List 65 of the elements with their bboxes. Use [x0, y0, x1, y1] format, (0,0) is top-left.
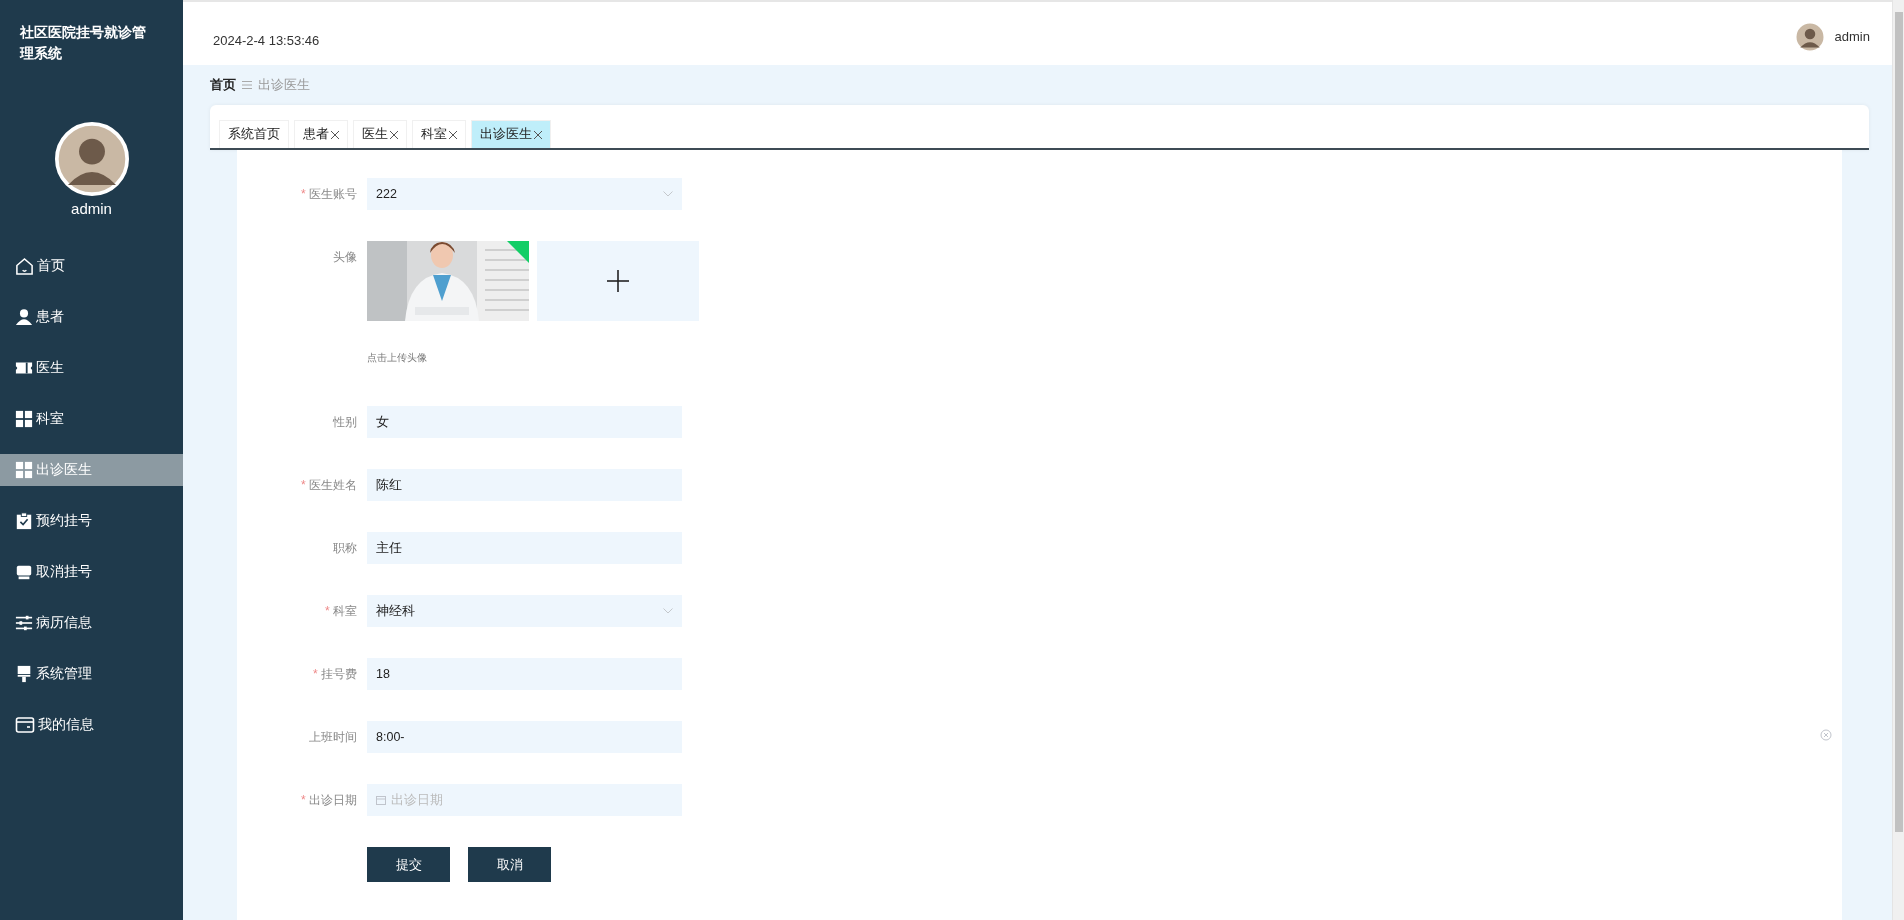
required-mark: *	[313, 667, 318, 681]
house-icon	[15, 256, 34, 276]
grid-icon	[15, 461, 33, 479]
field-label: 上班时间	[309, 730, 357, 744]
menu-item[interactable]: 科室	[0, 403, 183, 435]
sliders-icon	[15, 614, 33, 632]
select-field[interactable]: 222	[367, 178, 682, 210]
app-title: 社区医院挂号就诊管理系统	[20, 23, 147, 63]
menu-item[interactable]: 系统管理	[0, 658, 183, 690]
menu-item[interactable]: 首页	[0, 250, 183, 282]
required-mark: *	[301, 187, 306, 201]
brush-icon	[15, 665, 33, 683]
menu-item[interactable]: 医生	[0, 352, 183, 384]
tab[interactable]: 医生	[353, 120, 407, 148]
plus-icon	[606, 269, 630, 293]
tray-icon	[15, 563, 33, 581]
close-icon[interactable]	[331, 130, 339, 139]
field-label: 性别	[333, 415, 357, 429]
form-button[interactable]: 取消	[468, 847, 551, 882]
breadcrumb-link[interactable]: 首页	[210, 76, 236, 94]
tab[interactable]: 系统首页	[219, 120, 289, 148]
field-label: 职称	[333, 541, 357, 555]
user-name[interactable]: admin	[1834, 29, 1870, 44]
menu-item[interactable]: 我的信息	[0, 709, 183, 741]
tab[interactable]: 科室	[412, 120, 466, 148]
input-field[interactable]: 18	[367, 658, 682, 690]
input-field[interactable]: 女	[367, 406, 682, 438]
required-mark: *	[301, 793, 306, 807]
grid-icon	[15, 410, 33, 428]
input-field[interactable]: 陈红	[367, 469, 682, 501]
menu-item[interactable]: 取消挂号	[0, 556, 183, 588]
chevron-down-icon	[663, 608, 673, 614]
avatar	[1794, 21, 1825, 52]
datetime: 2024-2-4 13:53:46	[213, 33, 320, 48]
close-icon[interactable]	[534, 130, 542, 139]
person-icon	[15, 308, 33, 326]
input-field[interactable]: 主任	[367, 532, 682, 564]
date-field[interactable]: 出诊日期	[367, 784, 682, 816]
upload-hint: 点击上传头像	[367, 351, 428, 365]
tab[interactable]: 出诊医生	[471, 120, 551, 148]
menu-item[interactable]: 病历信息	[0, 607, 183, 639]
user-name: admin	[71, 200, 112, 217]
field-label: 医生姓名	[309, 478, 357, 492]
menu-item[interactable]: 患者	[0, 301, 183, 333]
required-mark: *	[325, 604, 330, 618]
clipboard-check-icon	[15, 512, 33, 530]
form-button[interactable]: 提交	[367, 847, 450, 882]
input-field[interactable]: 8:00-	[367, 721, 682, 753]
separator-icon	[242, 80, 252, 90]
field-label: 挂号费	[321, 667, 357, 681]
field-label: 医生账号	[309, 187, 357, 201]
menu-item[interactable]: 预约挂号	[0, 505, 183, 537]
field-label: 科室	[333, 604, 357, 618]
close-icon[interactable]	[390, 130, 398, 139]
wallet-icon	[15, 715, 35, 735]
chevron-down-icon	[663, 191, 673, 197]
required-mark: *	[301, 478, 306, 492]
calendar-icon	[376, 795, 386, 805]
field-label: 头像	[333, 250, 357, 264]
tab[interactable]: 患者	[294, 120, 348, 148]
select-field[interactable]: 神经科	[367, 595, 682, 627]
field-label: 出诊日期	[309, 793, 357, 807]
date-input[interactable]: 出诊日期	[391, 793, 673, 807]
close-icon[interactable]	[449, 130, 457, 139]
breadcrumb-current: 出诊医生	[258, 76, 310, 94]
